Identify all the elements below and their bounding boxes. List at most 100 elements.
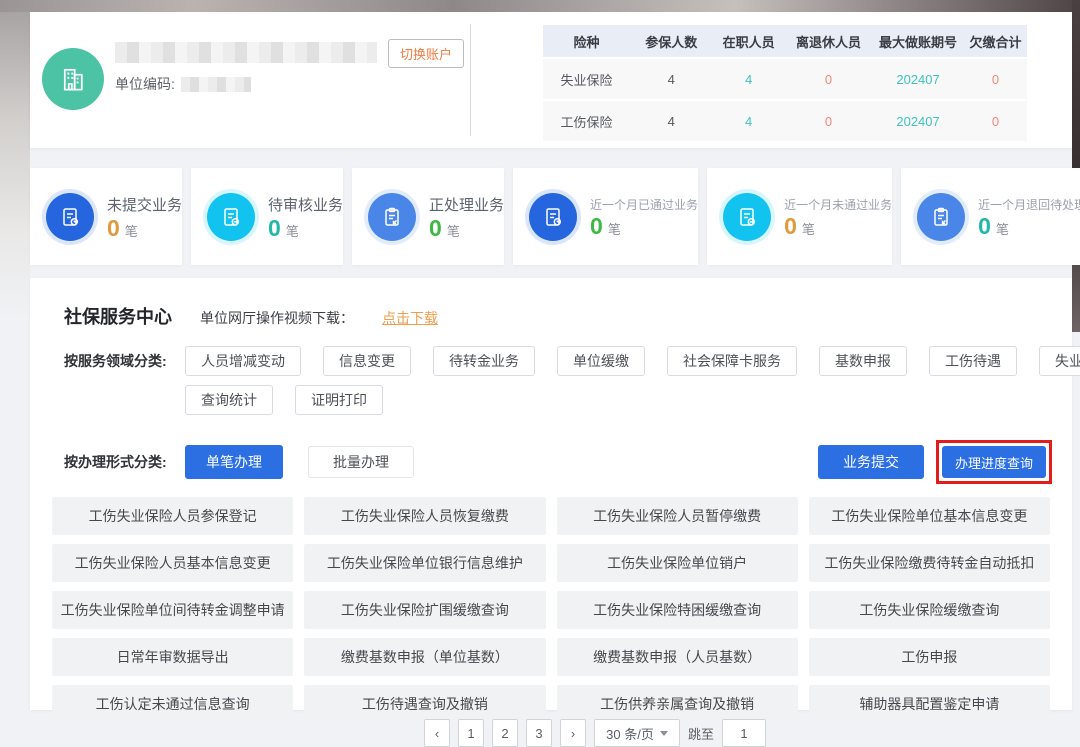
business-item[interactable]: 工伤失业保险单位基本信息变更 (809, 497, 1050, 535)
business-item[interactable]: 工伤失业保险单位银行信息维护 (304, 544, 545, 582)
insured-count: 4 (630, 101, 712, 141)
domain-button-cert-print[interactable]: 证明打印 (295, 385, 383, 415)
background-photo-left (0, 12, 30, 322)
business-item[interactable]: 工伤失业保险单位销户 (557, 544, 798, 582)
status-card-value: 0 (978, 215, 991, 238)
business-item[interactable]: 工伤失业保险缴费待转金自动抵扣 (809, 544, 1050, 582)
business-item[interactable]: 工伤失业保险人员恢复缴费 (304, 497, 545, 535)
business-item[interactable]: 工伤失业保险缓缴查询 (809, 591, 1050, 629)
status-card-value: 0 (590, 215, 603, 238)
business-item[interactable]: 工伤失业保险扩围缓缴查询 (304, 591, 545, 629)
active-count: 4 (712, 101, 785, 141)
status-card-value: 0 (784, 215, 797, 238)
table-row: 工伤保险 4 4 0 202407 0 (543, 101, 1027, 141)
page-size-select[interactable]: 30 条/页 (594, 719, 680, 747)
unit-code-redacted (181, 77, 251, 92)
clipboard-arrow-icon (917, 193, 965, 241)
domain-button-base-declare[interactable]: 基数申报 (819, 346, 907, 376)
doc-minus-icon (207, 193, 255, 241)
insured-count: 4 (630, 59, 712, 99)
jump-to-input[interactable] (727, 719, 761, 747)
business-item[interactable]: 工伤失业保险人员暂停缴费 (557, 497, 798, 535)
mode-filter-label: 按办理形式分类: (64, 447, 185, 477)
next-page-button[interactable]: › (560, 719, 586, 747)
status-card-unit: 笔 (125, 221, 138, 240)
progress-query-button[interactable]: 办理进度查询 (942, 446, 1046, 478)
prev-page-button[interactable]: ‹ (424, 719, 450, 747)
account-summary-card: 切换账户 单位编码: 险种 参保人数 在职人员 离退休人员 最大做账期号 欠缴合… (30, 12, 1072, 148)
status-card-unit: 笔 (608, 219, 621, 238)
page-button-1[interactable]: 1 (458, 719, 484, 747)
business-item[interactable]: 工伤失业保险人员参保登记 (52, 497, 293, 535)
clipboard-arrow-icon (368, 193, 416, 241)
domain-button-info-change[interactable]: 信息变更 (323, 346, 411, 376)
annotation-highlight-box: 办理进度查询 (936, 440, 1052, 484)
doc-clock-icon (46, 193, 94, 241)
mode-button-single[interactable]: 单笔办理 (185, 445, 283, 479)
status-card-processing: 正处理业务 0 笔 (352, 168, 504, 265)
domain-button-injury-benefit[interactable]: 工伤待遇 (929, 346, 1017, 376)
business-item[interactable]: 工伤申报 (809, 638, 1050, 676)
domain-button-social-card[interactable]: 社会保障卡服务 (667, 346, 797, 376)
page-button-3[interactable]: 3 (526, 719, 552, 747)
business-item[interactable]: 工伤待遇查询及撤销 (304, 685, 545, 723)
insurance-type: 失业保险 (543, 59, 630, 99)
download-link[interactable]: 点击下载 (382, 308, 438, 328)
domain-button-personnel-change[interactable]: 人员增减变动 (185, 346, 301, 376)
insurance-summary-table: 险种 参保人数 在职人员 离退休人员 最大做账期号 欠缴合计 失业保险 4 4 … (543, 25, 1027, 141)
jump-to-input-box (722, 719, 766, 747)
video-download-label: 单位网厅操作视频下载： (200, 308, 354, 328)
domain-button-unemploy-benefit[interactable]: 失业待遇 (1039, 346, 1080, 376)
mode-button-batch[interactable]: 批量办理 (308, 446, 414, 478)
insurance-type: 工伤保险 (543, 101, 630, 141)
chevron-down-icon (660, 731, 668, 736)
business-item[interactable]: 工伤认定未通过信息查询 (52, 685, 293, 723)
business-submit-button[interactable]: 业务提交 (818, 445, 924, 479)
business-item[interactable]: 缴费基数申报（单位基数） (304, 638, 545, 676)
column-header: 在职人员 (712, 25, 785, 57)
service-center-panel: 社保服务中心 单位网厅操作视频下载： 点击下载 按服务领域分类: 人员增减变动 … (30, 278, 1072, 710)
status-card-label: 近一个月退回待处理 (978, 196, 1080, 213)
business-item[interactable]: 缴费基数申报（人员基数） (557, 638, 798, 676)
status-card-label: 近一个月未通过业务 (784, 196, 892, 213)
table-header-row: 险种 参保人数 在职人员 离退休人员 最大做账期号 欠缴合计 (543, 25, 1027, 57)
unit-code-label: 单位编码: (115, 74, 175, 94)
business-item[interactable]: 日常年审数据导出 (52, 638, 293, 676)
business-item[interactable]: 工伤供养亲属查询及撤销 (557, 685, 798, 723)
status-card-label: 正处理业务 (429, 194, 504, 215)
status-card-label: 近一个月已通过业务 (590, 196, 698, 213)
domain-filter-label: 按服务领域分类: (64, 346, 185, 376)
page-button-2[interactable]: 2 (492, 719, 518, 747)
pagination: ‹ 1 2 3 › 30 条/页 跳至 (424, 719, 766, 747)
domain-button-query-stats[interactable]: 查询统计 (185, 385, 273, 415)
status-card-returned-month: 近一个月退回待处理 0 笔 (901, 168, 1080, 265)
arrears-total: 0 (964, 59, 1027, 99)
max-period: 202407 (872, 101, 964, 141)
switch-account-button[interactable]: 切换账户 (388, 39, 464, 68)
status-card-unit: 笔 (286, 221, 299, 240)
status-card-label: 未提交业务 (107, 194, 182, 215)
status-card-unit: 笔 (802, 219, 815, 238)
doc-clock-icon (529, 193, 577, 241)
status-card-value: 0 (107, 217, 120, 240)
retired-count: 0 (785, 101, 872, 141)
status-card-unsubmitted: 未提交业务 0 笔 (30, 168, 182, 265)
status-card-rejected-month: 近一个月未通过业务 0 笔 (707, 168, 892, 265)
status-card-value: 0 (268, 217, 281, 240)
status-card-pending-review: 待审核业务 0 笔 (191, 168, 343, 265)
background-photo-right (1072, 0, 1080, 332)
business-item[interactable]: 工伤失业保险特困缓缴查询 (557, 591, 798, 629)
doc-minus-icon (723, 193, 771, 241)
business-item[interactable]: 辅助器具配置鉴定申请 (809, 685, 1050, 723)
column-header: 最大做账期号 (872, 25, 964, 57)
company-avatar (42, 48, 104, 110)
retired-count: 0 (785, 59, 872, 99)
business-item[interactable]: 工伤失业保险单位间待转金调整申请 (52, 591, 293, 629)
company-name-redacted (115, 42, 377, 63)
column-header: 离退休人员 (785, 25, 872, 57)
column-header: 参保人数 (630, 25, 712, 57)
domain-button-transfer-fund[interactable]: 待转金业务 (433, 346, 535, 376)
column-header: 欠缴合计 (964, 25, 1027, 57)
business-item[interactable]: 工伤失业保险人员基本信息变更 (52, 544, 293, 582)
domain-button-unit-deferral[interactable]: 单位缓缴 (557, 346, 645, 376)
